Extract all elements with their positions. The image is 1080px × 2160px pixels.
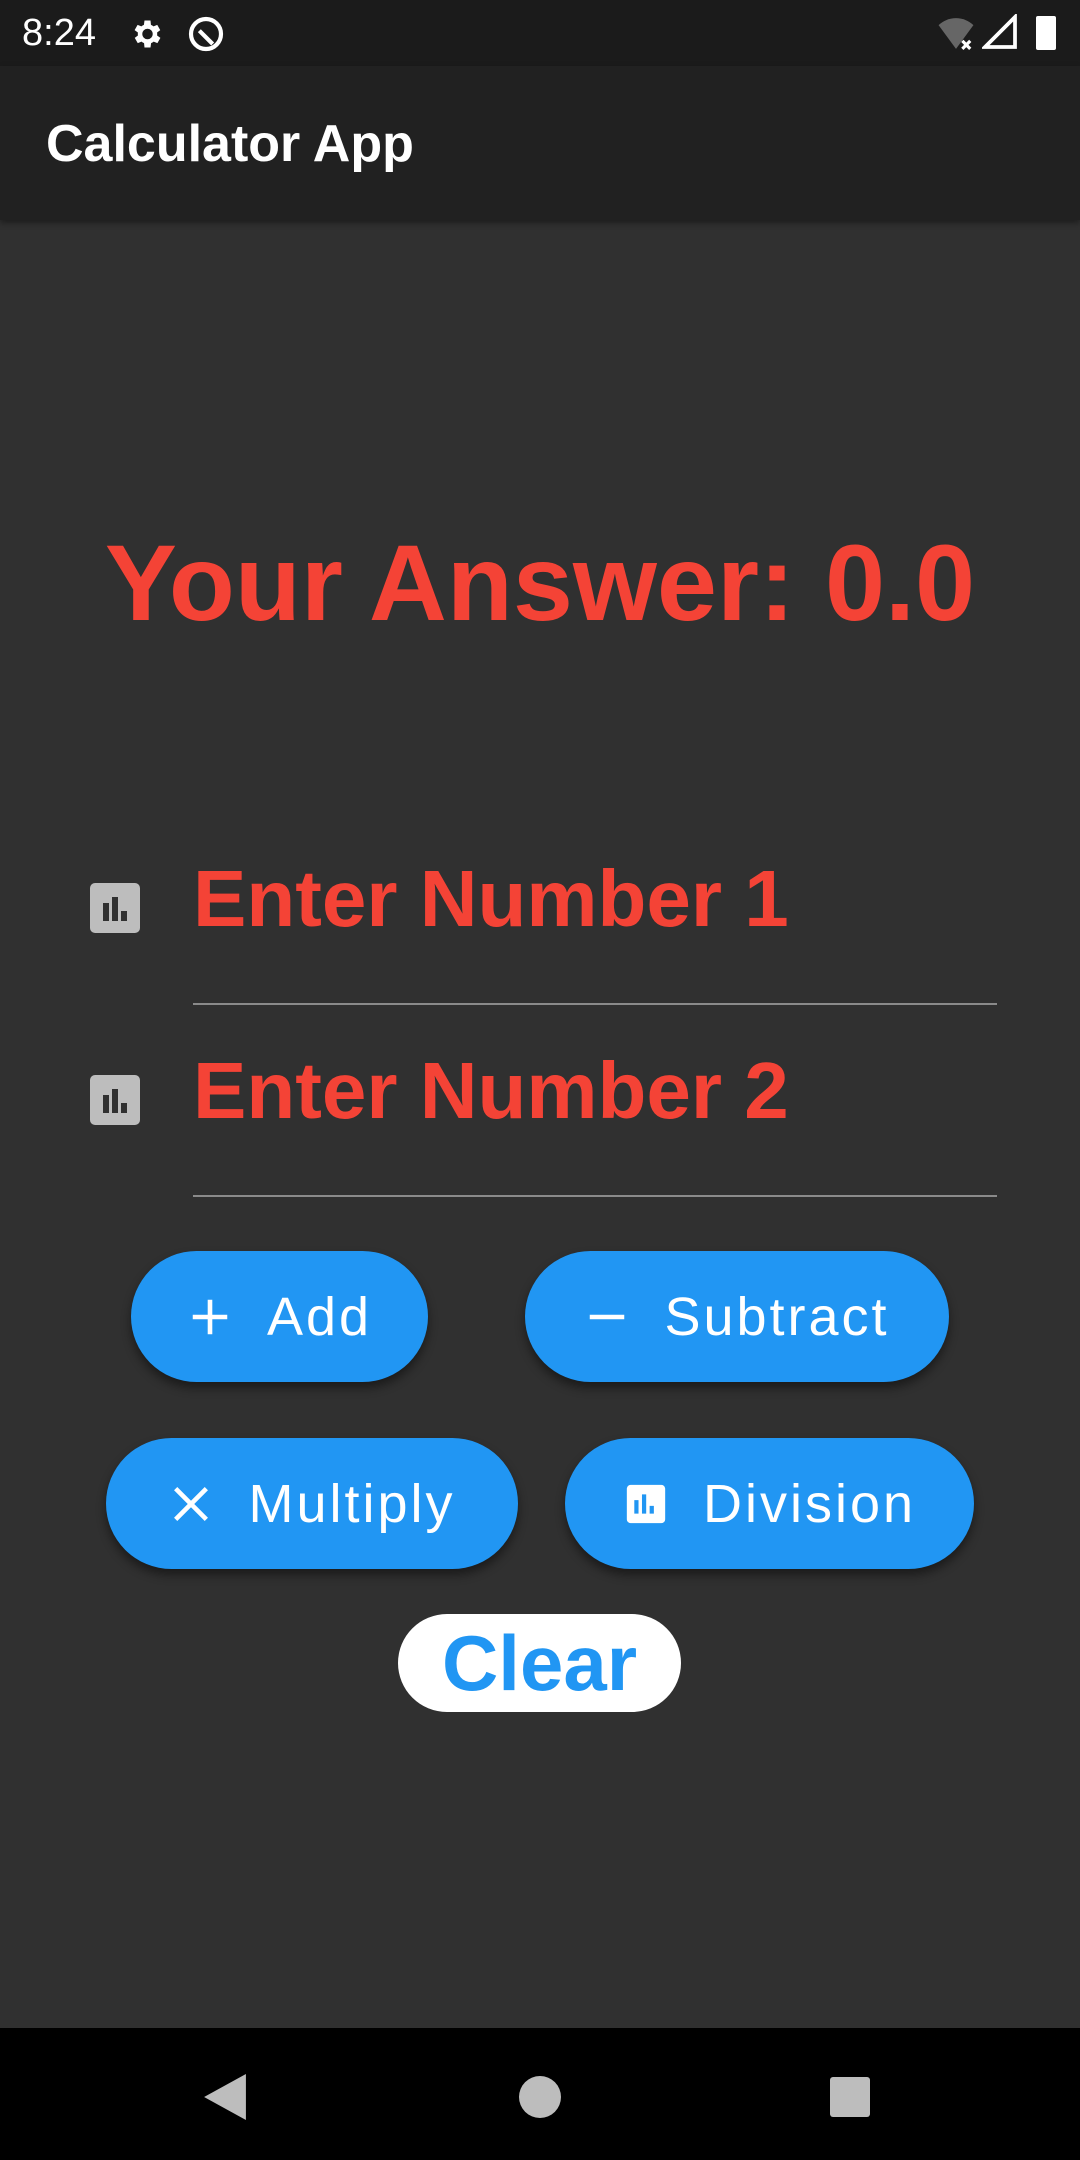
number1-underline [193, 1003, 997, 1005]
multiply-button[interactable]: Multiply [106, 1438, 518, 1569]
number1-placeholder: Enter Number 1 [193, 854, 789, 943]
chart-icon [90, 1075, 140, 1125]
gear-icon [134, 20, 161, 48]
number2-underline [193, 1195, 997, 1197]
wifi-off-icon [938, 18, 974, 50]
add-button[interactable]: Add [131, 1251, 428, 1382]
minus-icon [590, 1314, 625, 1319]
multiply-label: Multiply [248, 1473, 456, 1534]
clear-button[interactable]: Clear [398, 1614, 681, 1712]
status-bar: 8:24 [0, 0, 1080, 66]
data-saver-icon [188, 16, 224, 52]
division-button[interactable]: Division [565, 1438, 974, 1569]
number2-placeholder: Enter Number 2 [193, 1046, 789, 1135]
division-label: Division [702, 1473, 917, 1534]
status-time: 8:24 [22, 12, 96, 54]
back-icon[interactable] [204, 2074, 246, 2120]
navigation-bar [0, 2028, 1080, 2160]
plus-icon [192, 1299, 228, 1334]
chart-icon [626, 1484, 666, 1523]
battery-icon [1036, 16, 1056, 50]
answer-text: Your Answer: 0.0 [104, 522, 976, 643]
signal-icon [982, 14, 1017, 49]
recents-icon[interactable] [830, 2077, 870, 2117]
home-icon[interactable] [519, 2076, 561, 2118]
subtract-label: Subtract [664, 1286, 890, 1347]
app-title: Calculator App [46, 115, 414, 173]
subtract-button[interactable]: Subtract [525, 1251, 949, 1382]
number1-field[interactable]: Enter Number 1 [90, 854, 1000, 1025]
app-bar: Calculator App [0, 66, 1080, 220]
chart-icon [90, 883, 140, 933]
add-label: Add [266, 1286, 373, 1347]
close-x-icon [174, 1486, 209, 1521]
number2-field[interactable]: Enter Number 2 [90, 1046, 1000, 1217]
